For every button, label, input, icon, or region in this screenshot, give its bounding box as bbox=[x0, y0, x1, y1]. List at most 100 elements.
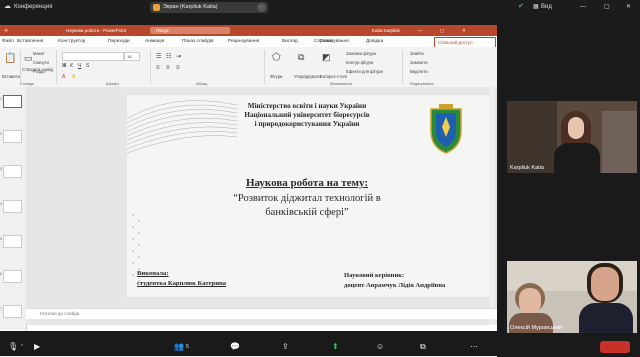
thumb-number: 3 bbox=[0, 167, 2, 171]
meeting-title: Конференция bbox=[14, 4, 53, 10]
arrange-button[interactable]: Упорядкувати bbox=[294, 74, 321, 79]
tab-transitions[interactable]: Переходи bbox=[108, 36, 130, 47]
shape-fill-button[interactable]: Заливка фігури bbox=[346, 51, 376, 56]
vertical-scrollbar[interactable] bbox=[489, 87, 495, 325]
reset-button[interactable]: Скинути bbox=[33, 60, 49, 65]
slide-thumbnail[interactable] bbox=[3, 165, 22, 178]
tab-help2[interactable]: Довідка bbox=[366, 36, 383, 47]
background-shelf bbox=[507, 101, 557, 173]
slide-thumbnails-pane: 1 2 3 4 5 6 7 bbox=[0, 87, 27, 330]
paste-icon[interactable]: 📋 bbox=[4, 53, 16, 64]
shapes-icon[interactable]: ⬠ bbox=[272, 52, 281, 63]
find-button[interactable]: Знайти bbox=[410, 51, 424, 56]
view-button[interactable]: Вид bbox=[541, 0, 552, 14]
ppt-search-placeholder: Пошук bbox=[156, 28, 169, 33]
record-icon[interactable]: ⬆ bbox=[332, 342, 339, 352]
tab-slideshow[interactable]: Показ слайдів bbox=[182, 36, 213, 47]
ministry-line-3: і природокористування України bbox=[254, 120, 360, 128]
tab-view[interactable]: Вигляд bbox=[282, 36, 298, 47]
video-tile-muravsky[interactable]: Олексій Муравський bbox=[507, 261, 637, 333]
thumb-number: 7 bbox=[0, 307, 2, 311]
thumb-number: 2 bbox=[0, 132, 2, 136]
ppt-user-name: Katia Karpliuk bbox=[372, 28, 400, 33]
tab-animations[interactable]: Анімація bbox=[145, 36, 164, 47]
layout-button[interactable]: Макет bbox=[33, 51, 45, 56]
slide-thumbnail[interactable] bbox=[3, 270, 22, 283]
share-indicator[interactable]: Экран (Karpliuk Katia) ⋯ bbox=[150, 2, 268, 13]
close-icon[interactable]: ✕ bbox=[626, 0, 631, 14]
participants-icon[interactable]: 👥 bbox=[174, 342, 184, 352]
slide-thumbnail[interactable] bbox=[3, 200, 22, 213]
shape-effects-button[interactable]: Ефекти для фігури bbox=[346, 69, 383, 74]
tab-recording[interactable]: Записування bbox=[320, 36, 349, 47]
share-screen-icon[interactable]: ⇪ bbox=[282, 342, 289, 352]
bold-button[interactable]: Ж bbox=[62, 63, 67, 69]
performer-name: студентка Карплюк Катерина bbox=[137, 280, 227, 287]
align-right-icon[interactable]: ≡ bbox=[176, 65, 180, 71]
ppt-minimize-icon[interactable]: — bbox=[418, 25, 423, 36]
slide-thumbnail[interactable] bbox=[3, 305, 22, 318]
font-size-field[interactable]: 18 bbox=[124, 52, 140, 61]
slide[interactable]: Міністерство освіти і науки України Наці… bbox=[127, 95, 489, 297]
autosave-icon[interactable]: ⟲ bbox=[4, 25, 8, 36]
participant-name: Karpliuk Katia bbox=[510, 165, 544, 171]
align-center-icon[interactable]: ≡ bbox=[166, 65, 170, 71]
slide-thumbnail[interactable] bbox=[3, 130, 22, 143]
share-more-icon[interactable]: ⋯ bbox=[257, 3, 266, 12]
leave-button[interactable] bbox=[600, 341, 630, 353]
numbering-icon[interactable]: ☷ bbox=[166, 53, 171, 60]
italic-button[interactable]: К bbox=[70, 63, 73, 69]
ministry-line-1: Міністерство освіти і науки України bbox=[247, 102, 367, 110]
slide-heading: Наукова робота на тему: bbox=[245, 177, 369, 189]
advisor-name: доцент Аврамчук Лідія Андріївна bbox=[344, 282, 446, 289]
video-tile-karpliuk[interactable]: Karpliuk Katia bbox=[507, 101, 637, 173]
mic-options-icon[interactable]: ⌃ bbox=[20, 342, 24, 352]
video-icon[interactable]: ▶ bbox=[34, 342, 40, 352]
share-access-label: Спільний доступ bbox=[438, 40, 473, 45]
drawing-group-label: Малювання bbox=[330, 81, 352, 86]
new-slide-icon[interactable]: ▭ bbox=[24, 53, 33, 64]
strike-button[interactable]: S bbox=[86, 63, 89, 69]
arrange-icon[interactable]: ⧉ bbox=[298, 52, 304, 63]
minimize-icon[interactable]: — bbox=[580, 0, 586, 14]
tab-file[interactable]: Файл bbox=[2, 36, 14, 47]
mic-icon[interactable]: 🎙 bbox=[8, 342, 18, 352]
underline-button[interactable]: Ч bbox=[78, 63, 81, 69]
indent-icon[interactable]: ⇥ bbox=[176, 53, 181, 60]
maximize-icon[interactable]: ▢ bbox=[604, 0, 610, 14]
shape-outline-button[interactable]: Контур фігури bbox=[346, 60, 373, 65]
slide-thumbnail[interactable] bbox=[3, 95, 22, 108]
share-label: Экран (Karpliuk Katia) bbox=[163, 4, 218, 10]
ppt-maximize-icon[interactable]: ▢ bbox=[440, 25, 444, 36]
participants-count: 5 bbox=[186, 344, 189, 350]
paste-button[interactable]: Вставити bbox=[2, 74, 20, 79]
participant-name: Олексій Муравський bbox=[510, 325, 563, 331]
slide-thumbnail[interactable] bbox=[3, 235, 22, 248]
section-button[interactable]: Розділ bbox=[33, 69, 46, 74]
shield-icon[interactable]: ✔ bbox=[518, 0, 524, 14]
ppt-title-bar: ⟲ Наукова робота - PowerPoint Пошук Kati… bbox=[0, 25, 497, 36]
ribbon: 📋 Вставити ▭ Створити слайд Макет Скинут… bbox=[0, 47, 497, 88]
tab-review[interactable]: Рецензування bbox=[228, 36, 259, 47]
bullets-icon[interactable]: ☰ bbox=[156, 53, 161, 60]
highlight-button[interactable]: A bbox=[72, 74, 75, 80]
meeting-top-bar: ☁ Конференция Экран (Karpliuk Katia) ⋯ ✔… bbox=[0, 0, 640, 14]
ppt-search-box[interactable]: Пошук bbox=[150, 27, 230, 34]
font-color-button[interactable]: A bbox=[62, 74, 65, 80]
tab-design[interactable]: Конструктор bbox=[58, 36, 85, 47]
align-left-icon[interactable]: ≡ bbox=[156, 65, 160, 71]
chat-icon[interactable]: 💬 bbox=[230, 342, 240, 352]
reactions-icon[interactable]: ☺ bbox=[376, 342, 384, 352]
shapes-button[interactable]: Фігури bbox=[270, 74, 282, 79]
performer-label: Виконала: bbox=[137, 270, 169, 277]
more-icon[interactable]: ⋯ bbox=[470, 342, 478, 352]
quick-styles-button[interactable]: Експрес-стилі bbox=[320, 74, 347, 79]
select-button[interactable]: Виділити bbox=[410, 69, 428, 74]
apps-icon[interactable]: ⧉ bbox=[420, 342, 426, 352]
tab-insert[interactable]: Вставлення bbox=[17, 36, 43, 47]
notes-pane[interactable]: Нотатки до слайда bbox=[26, 308, 497, 319]
quick-styles-icon[interactable]: ◩ bbox=[322, 52, 331, 63]
replace-button[interactable]: Замінити bbox=[410, 60, 428, 65]
ppt-close-icon[interactable]: ✕ bbox=[462, 25, 466, 36]
font-name-field[interactable] bbox=[62, 52, 124, 61]
